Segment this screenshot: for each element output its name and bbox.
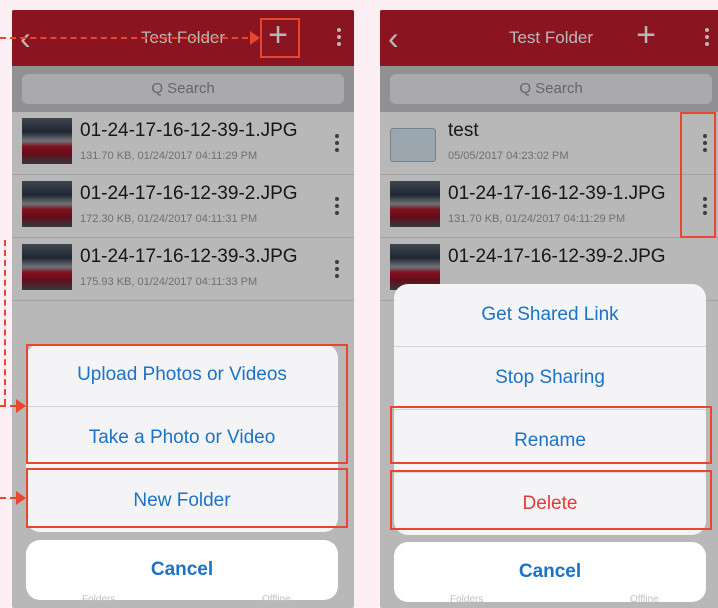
tab-offline[interactable]: Offline — [262, 594, 291, 605]
rename-highlight — [390, 406, 712, 464]
stop-sharing-button[interactable]: Stop Sharing — [394, 347, 706, 410]
upload-highlight — [26, 344, 348, 464]
tab-bar: Folders Offline — [380, 590, 718, 608]
arrow-head — [16, 399, 26, 413]
arrow-line — [4, 240, 6, 405]
arrow-head — [250, 31, 260, 45]
delete-highlight — [390, 470, 712, 530]
plus-highlight — [260, 18, 300, 58]
tab-offline[interactable]: Offline — [630, 594, 659, 605]
tab-bar: Folders Offline — [12, 590, 354, 608]
arrow-line — [0, 405, 16, 407]
new-folder-highlight — [26, 468, 348, 528]
get-shared-link-button[interactable]: Get Shared Link — [394, 284, 706, 347]
kebab-highlight — [680, 112, 716, 238]
tab-folders[interactable]: Folders — [450, 594, 483, 605]
arrow-line — [0, 497, 16, 499]
tab-folders[interactable]: Folders — [82, 594, 115, 605]
arrow-line — [0, 37, 248, 39]
arrow-head — [16, 491, 26, 505]
